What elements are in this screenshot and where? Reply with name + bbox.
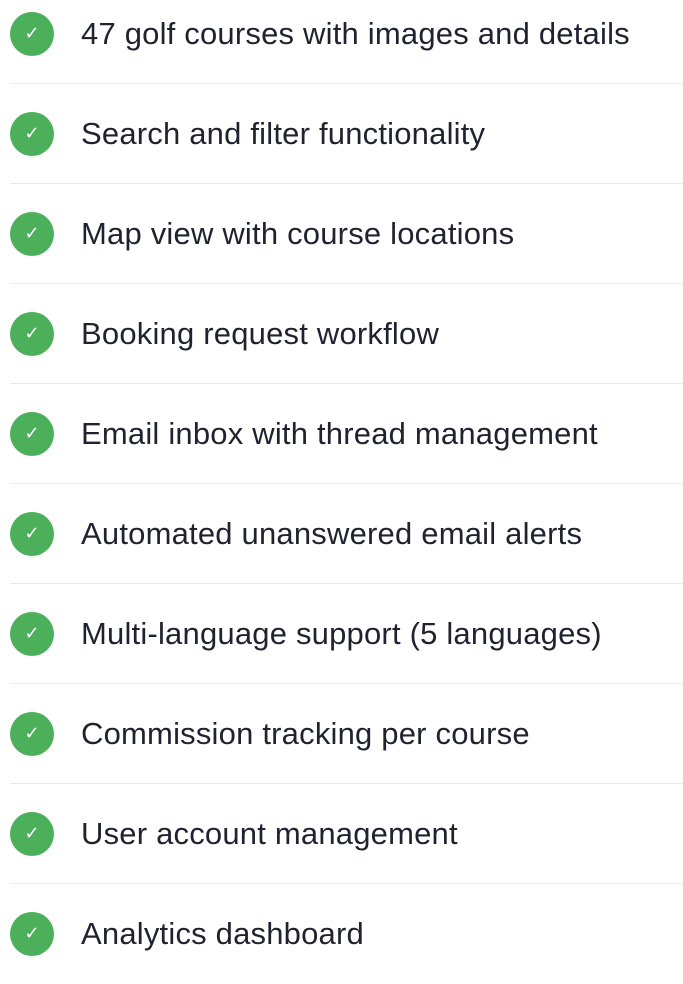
list-item: ✓ 47 golf courses with images and detail… [10,0,683,84]
checkmark-icon: ✓ [10,411,54,456]
checkmark-icon: ✓ [10,912,54,956]
feature-label: Map view with course locations [81,215,515,251]
checkmark-icon: ✓ [10,811,54,856]
feature-label: Multi-language support (5 languages) [81,615,602,651]
feature-label: Email inbox with thread management [81,415,598,451]
checkmark-icon: ✓ [10,611,54,656]
list-item: ✓ Commission tracking per course [10,684,683,784]
list-item: ✓ Analytics dashboard [10,884,683,984]
list-item: ✓ Search and filter functionality [10,84,683,184]
checkmark-icon: ✓ [10,11,54,56]
feature-label: 47 golf courses with images and details [81,15,630,51]
feature-label: Booking request workflow [81,315,440,351]
checkmark-icon: ✓ [10,511,54,556]
checkmark-icon: ✓ [10,211,54,256]
feature-list: ✓ 47 golf courses with images and detail… [0,0,683,984]
checkmark-icon: ✓ [10,111,54,156]
list-item: ✓ Multi-language support (5 languages) [10,584,683,684]
feature-label: Automated unanswered email alerts [81,515,583,551]
feature-label: Commission tracking per course [81,715,530,751]
list-item: ✓ Automated unanswered email alerts [10,484,683,584]
checkmark-icon: ✓ [10,311,54,356]
list-item: ✓ Map view with course locations [10,184,683,284]
checkmark-icon: ✓ [10,711,54,756]
list-item: ✓ Email inbox with thread management [10,384,683,484]
feature-label: User account management [81,815,458,851]
feature-label: Search and filter functionality [81,115,486,151]
list-item: ✓ Booking request workflow [10,284,683,384]
list-item: ✓ User account management [10,784,683,884]
feature-label: Analytics dashboard [81,916,364,951]
